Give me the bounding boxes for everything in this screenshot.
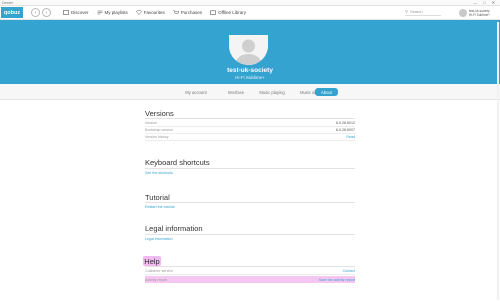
version-value: 6.0.28.6012 [336, 121, 355, 125]
bootstrap-version-label: Bootstrap version [145, 128, 173, 132]
tab-interface[interactable]: Interface [224, 88, 248, 96]
nav-purchases-label: Purchases [180, 10, 203, 15]
tab-about[interactable]: About [315, 88, 338, 96]
see-shortcuts-link[interactable]: See the shortcuts [145, 171, 173, 175]
nav-my-playlists[interactable]: My playlists [97, 10, 128, 15]
nav-favourites-label: Favourites [143, 10, 165, 15]
restart-tutorial-link[interactable]: Restart the tutorial [145, 205, 174, 209]
nav-offline-library[interactable]: Offline Library [210, 10, 246, 15]
help-title: Help [143, 256, 161, 266]
customer-service-label: Customer service [145, 269, 173, 273]
tutorial-divider [145, 202, 355, 203]
search-input[interactable]: ⚲ Search [405, 9, 441, 16]
minimize-button[interactable]: — [473, 0, 477, 5]
user-menu[interactable]: test-uk-society Hi-Fi Sublime+ [459, 8, 490, 17]
profile-subscription: Hi-Fi Sublime+ [235, 75, 265, 80]
nav-favourites[interactable]: Favourites [136, 10, 165, 15]
main-nav: Discover My playlists Favourites Purchas… [63, 10, 246, 15]
heart-icon [136, 10, 142, 15]
save-activity-report-link[interactable]: Save the activity report [318, 278, 355, 282]
top-navigation-bar: qobuz ‹ › Discover My playlists Favourit… [0, 6, 500, 20]
versions-divider [145, 118, 355, 119]
offline-icon [210, 10, 216, 15]
close-button[interactable]: ✕ [492, 0, 495, 5]
user-avatar-icon [459, 8, 467, 17]
tutorial-title: Tutorial [145, 193, 170, 202]
legal-divider [145, 234, 355, 235]
profile-avatar [229, 35, 268, 65]
tab-music-playing[interactable]: Music playing [255, 88, 289, 96]
user-subscription: Hi-Fi Sublime+ [469, 12, 490, 17]
search-icon: ⚲ [405, 9, 408, 14]
bootstrap-version-value: 6.0.28.6007 [336, 128, 355, 132]
forward-button[interactable]: › [42, 8, 51, 17]
bootstrap-version-row: Bootstrap version 6.0.28.6007 [145, 127, 355, 134]
nav-discover[interactable]: Discover [63, 10, 89, 15]
activity-report-row: Activity report Save the activity report [145, 276, 355, 283]
back-button[interactable]: ‹ [31, 8, 40, 17]
contact-link[interactable]: Contact [343, 269, 355, 273]
nav-discover-label: Discover [71, 10, 89, 15]
search-placeholder: Search [409, 9, 423, 14]
nav-purchases[interactable]: Purchases [173, 10, 202, 15]
keyboard-shortcuts-title: Keyboard shortcuts [145, 158, 210, 167]
customer-service-row: Customer service Contact [145, 268, 355, 275]
cart-icon [173, 10, 179, 14]
maximize-button[interactable]: □ [483, 0, 485, 5]
activity-report-label: Activity report [145, 277, 167, 282]
avatar-placeholder-icon [229, 35, 268, 65]
legal-information-title: Legal information [145, 224, 203, 233]
discover-icon [63, 10, 69, 15]
legal-information-link[interactable]: Legal information [145, 237, 173, 241]
version-history-row: Version history Read [145, 134, 355, 141]
settings-tabs: My account Interface Music playing Music… [0, 84, 500, 100]
playlist-icon [97, 10, 103, 15]
scrollbar[interactable] [497, 22, 499, 300]
version-history-read-link[interactable]: Read [346, 135, 355, 139]
nav-my-playlists-label: My playlists [104, 10, 128, 15]
window-title: Deezer [2, 0, 14, 5]
version-label: Version [145, 121, 157, 125]
profile-banner: test-uk-society Hi-Fi Sublime+ Modify my… [0, 20, 500, 94]
profile-name: test-uk-society [227, 67, 273, 74]
window-controls: — □ ✕ [473, 0, 498, 5]
versions-title: Versions [145, 109, 174, 118]
tab-my-account[interactable]: My account [182, 88, 210, 96]
shortcuts-divider [145, 168, 355, 169]
app-logo[interactable]: qobuz [1, 7, 23, 18]
user-name: test-uk-society [469, 8, 490, 13]
nav-offline-library-label: Offline Library [218, 10, 246, 15]
version-history-label: Version history [145, 135, 169, 139]
help-divider [145, 266, 355, 267]
version-row: Version 6.0.28.6012 [145, 120, 355, 127]
